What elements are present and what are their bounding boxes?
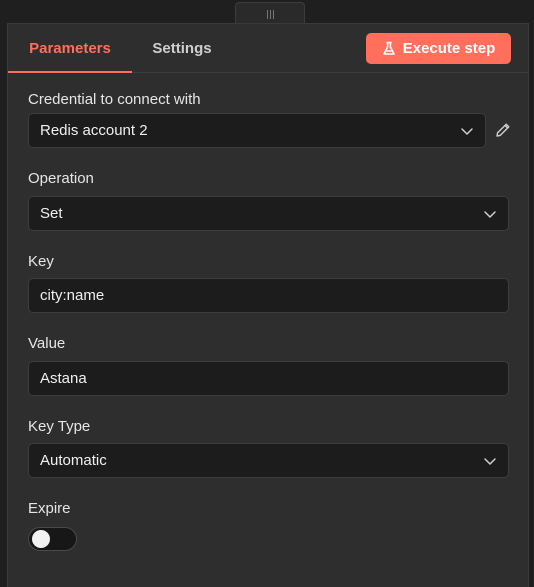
grip-icon bbox=[266, 9, 274, 19]
key-type-value: Automatic bbox=[40, 452, 107, 469]
credential-label: Credential to connect with bbox=[28, 91, 201, 108]
key-value: city:name bbox=[40, 287, 105, 304]
panel-drag-handle[interactable] bbox=[235, 2, 305, 25]
app-frame: Parameters Settings Execute step Credent… bbox=[0, 0, 534, 587]
operation-select[interactable]: Set bbox=[28, 196, 509, 231]
chevron-down-icon bbox=[484, 458, 496, 465]
toggle-knob bbox=[32, 530, 50, 548]
key-type-select[interactable]: Automatic bbox=[28, 443, 509, 478]
expire-label: Expire bbox=[28, 500, 71, 517]
operation-label: Operation bbox=[28, 170, 94, 187]
value-input[interactable]: Astana bbox=[28, 361, 509, 396]
chevron-down-icon bbox=[484, 211, 496, 218]
tab-settings[interactable]: Settings bbox=[142, 24, 222, 72]
key-type-label: Key Type bbox=[28, 418, 91, 435]
expire-toggle[interactable] bbox=[28, 527, 77, 551]
node-parameters-panel: Parameters Settings Execute step Credent… bbox=[7, 23, 529, 587]
key-label: Key bbox=[28, 253, 54, 270]
key-input[interactable]: city:name bbox=[28, 278, 509, 313]
operation-value: Set bbox=[40, 205, 63, 222]
credential-select[interactable]: Redis account 2 bbox=[28, 113, 486, 148]
chevron-down-icon bbox=[461, 128, 473, 135]
execute-step-label: Execute step bbox=[402, 40, 496, 57]
value-value: Astana bbox=[40, 370, 87, 387]
pencil-icon[interactable] bbox=[494, 121, 512, 139]
execute-step-button[interactable]: Execute step bbox=[366, 33, 511, 64]
tab-bar: Parameters Settings Execute step bbox=[8, 24, 528, 73]
credential-value: Redis account 2 bbox=[40, 122, 148, 139]
tab-parameters[interactable]: Parameters bbox=[8, 24, 132, 73]
flask-icon bbox=[382, 41, 395, 55]
value-label: Value bbox=[28, 335, 66, 352]
